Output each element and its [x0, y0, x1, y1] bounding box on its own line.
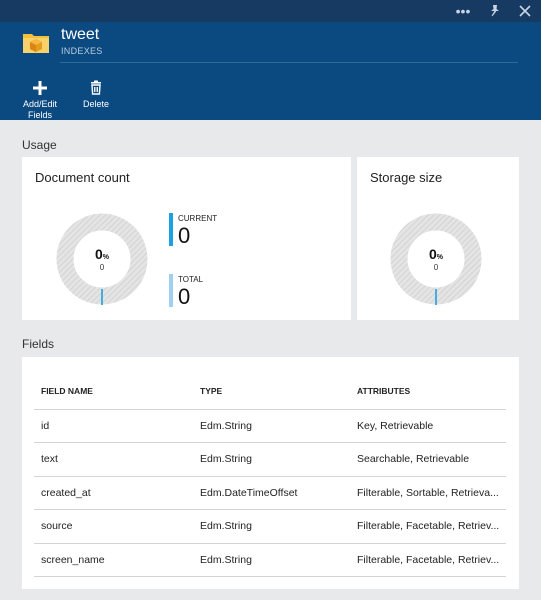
field-name-cell: id — [34, 409, 193, 443]
field-type-cell: Edm.String — [193, 442, 350, 477]
delete-label: Delete — [82, 99, 109, 109]
blade-header: tweet INDEXES Add/Edit Fields Delete — [0, 22, 541, 120]
folder-cube-icon — [23, 34, 49, 53]
field-name-cell: text — [34, 442, 193, 477]
current-label: CURRENT — [178, 214, 218, 223]
page-title: tweet — [61, 26, 100, 43]
plus-icon — [33, 81, 47, 95]
window-bar: ••• — [0, 0, 541, 22]
add-edit-label-1: Add/Edit — [22, 99, 58, 109]
field-name-cell: created_at — [34, 476, 193, 510]
close-icon — [519, 5, 531, 17]
storage-size-percent: 0% — [428, 246, 444, 262]
table-row[interactable]: screen_name Edm.String Filterable, Facet… — [34, 543, 506, 577]
document-count-donut: 0% 0 — [56, 213, 148, 305]
header-divider — [60, 62, 518, 63]
total-value: 0 — [178, 284, 191, 309]
column-header-type[interactable]: TYPE — [193, 373, 350, 410]
trash-icon — [91, 80, 101, 95]
pin-icon — [491, 5, 499, 17]
storage-size-card[interactable]: Storage size 0% 0 — [357, 157, 519, 320]
document-count-card[interactable]: Document count 0% 0 CURRENT 0 TOTAL 0 — [22, 157, 351, 320]
more-options-button[interactable]: ••• — [452, 2, 474, 20]
document-count-value: 0 — [99, 263, 105, 272]
fields-table: FIELD NAME TYPE ATTRIBUTES id Edm.String… — [34, 373, 506, 577]
document-count-title: Document count — [35, 170, 130, 185]
field-attributes-cell: Filterable, Sortable, Retrieva... — [350, 476, 506, 510]
page-subtitle: INDEXES — [61, 46, 103, 56]
pin-button[interactable] — [484, 2, 506, 20]
delete-button[interactable]: Delete — [78, 80, 114, 110]
total-accent-bar — [169, 274, 173, 307]
table-row[interactable]: created_at Edm.DateTimeOffset Filterable… — [34, 476, 506, 510]
storage-size-title: Storage size — [370, 170, 443, 185]
field-name-cell: source — [34, 509, 193, 544]
total-label: TOTAL — [178, 275, 204, 284]
field-name-cell: screen_name — [34, 543, 193, 577]
field-type-cell: Edm.String — [193, 509, 350, 544]
field-type-cell: Edm.String — [193, 543, 350, 577]
table-header-row: FIELD NAME TYPE ATTRIBUTES — [34, 373, 506, 410]
current-accent-bar — [169, 213, 173, 246]
add-edit-fields-button[interactable]: Add/Edit Fields — [18, 80, 62, 121]
storage-size-value: 0 — [433, 263, 439, 272]
field-type-cell: Edm.DateTimeOffset — [193, 476, 350, 510]
table-row[interactable]: text Edm.String Searchable, Retrievable — [34, 442, 506, 477]
field-attributes-cell: Searchable, Retrievable — [350, 442, 506, 477]
ellipsis-icon: ••• — [455, 3, 471, 19]
table-row[interactable]: id Edm.String Key, Retrievable — [34, 409, 506, 443]
fields-section-title: Fields — [22, 337, 55, 351]
column-header-field-name[interactable]: FIELD NAME — [34, 373, 193, 410]
field-attributes-cell: Filterable, Facetable, Retriev... — [350, 509, 506, 544]
document-count-percent: 0% — [94, 246, 110, 262]
close-button[interactable] — [514, 2, 536, 20]
table-row[interactable]: source Edm.String Filterable, Facetable,… — [34, 509, 506, 544]
field-attributes-cell: Filterable, Facetable, Retriev... — [350, 543, 506, 577]
usage-section-title: Usage — [22, 138, 57, 152]
field-attributes-cell: Key, Retrievable — [350, 409, 506, 443]
current-value: 0 — [178, 223, 191, 248]
field-type-cell: Edm.String — [193, 409, 350, 443]
add-edit-label-2: Fields — [27, 110, 52, 120]
storage-size-donut: 0% 0 — [390, 213, 482, 305]
column-header-attributes[interactable]: ATTRIBUTES — [350, 373, 506, 410]
